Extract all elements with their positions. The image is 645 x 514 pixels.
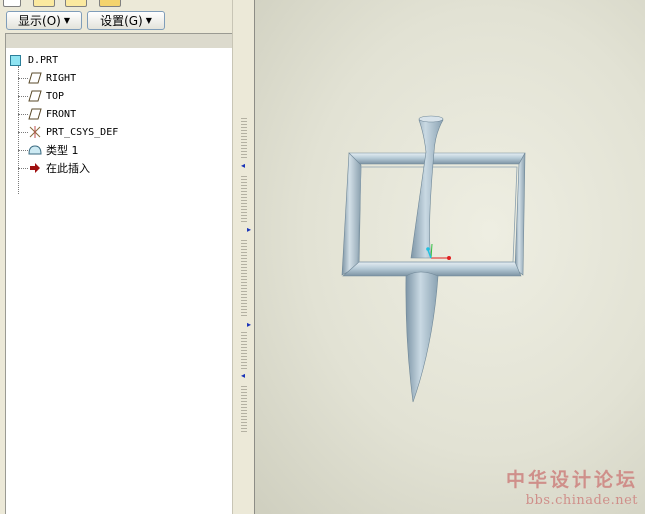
tree-item-root-part[interactable]: D.PRT xyxy=(10,52,58,68)
tree-item-label: FRONT xyxy=(46,108,77,120)
tab-folder-browser[interactable] xyxy=(33,0,55,7)
tab-favorites[interactable] xyxy=(65,0,87,7)
expand-right-arrow-icon[interactable]: ▸ xyxy=(247,226,251,234)
settings-dropdown-button[interactable]: 设置(G) ▼ xyxy=(87,11,165,30)
tree-item-feature[interactable]: 类型 1 xyxy=(28,142,79,158)
splitter-grip[interactable] xyxy=(241,332,247,370)
settings-button-label: 设置(G) xyxy=(100,14,143,28)
splitter-grip[interactable] xyxy=(241,386,247,434)
collapse-left-arrow-icon[interactable]: ◂ xyxy=(241,372,245,380)
panel-tab-strip xyxy=(0,0,238,7)
tree-item-front-plane[interactable]: FRONT xyxy=(28,106,76,122)
tree-connector-line xyxy=(18,168,28,169)
tree-item-label: 类型 1 xyxy=(46,144,79,157)
tab-model-tree[interactable] xyxy=(3,0,21,7)
collapse-left-arrow-icon[interactable]: ◂ xyxy=(241,162,245,170)
insert-here-arrow-icon xyxy=(28,162,42,174)
coordinate-system-icon xyxy=(28,126,42,138)
panel-splitter[interactable]: ◂ ▸ ▸ ◂ xyxy=(232,0,255,514)
watermark-url: bbs.chinade.net xyxy=(525,493,638,508)
dropdown-arrow-icon: ▼ xyxy=(63,16,70,25)
tree-connector-line xyxy=(18,66,19,194)
tree-item-right-plane[interactable]: RIGHT xyxy=(28,70,76,86)
tree-connector-line xyxy=(18,150,28,151)
model-tree-column-header[interactable] xyxy=(5,33,233,49)
expand-right-arrow-icon[interactable]: ▸ xyxy=(247,321,251,329)
tree-item-label: D.PRT xyxy=(28,54,59,66)
watermark-title: 中华设计论坛 xyxy=(505,469,638,491)
splitter-grip[interactable] xyxy=(241,240,247,316)
tree-connector-line xyxy=(18,132,28,133)
feature-icon xyxy=(28,144,42,156)
forum-watermark: 中华设计论坛 bbs.chinade.net xyxy=(506,465,638,508)
model-tree: D.PRT RIGHT TOP FRONT PRT_CSYS_DEF 类型 1 … xyxy=(5,48,233,514)
model-tree-toolbar: 显示(O) ▼ 设置(G) ▼ xyxy=(0,7,236,34)
model-3d-render xyxy=(341,115,526,403)
datum-plane-icon xyxy=(28,108,42,120)
tree-item-csys[interactable]: PRT_CSYS_DEF xyxy=(28,124,118,140)
tree-connector-line xyxy=(18,114,28,115)
tree-item-insert-here[interactable]: 在此插入 xyxy=(28,160,90,176)
tree-item-label: RIGHT xyxy=(46,72,77,84)
tree-connector-line xyxy=(18,78,28,79)
display-button-label: 显示(O) xyxy=(18,14,61,28)
splitter-grip[interactable] xyxy=(241,118,247,158)
tab-history[interactable] xyxy=(99,0,121,7)
tree-item-label: PRT_CSYS_DEF xyxy=(46,126,119,138)
tree-item-top-plane[interactable]: TOP xyxy=(28,88,64,104)
display-dropdown-button[interactable]: 显示(O) ▼ xyxy=(6,11,82,30)
part-icon xyxy=(10,54,21,66)
tree-item-label: 在此插入 xyxy=(46,162,90,175)
tree-item-label: TOP xyxy=(46,90,65,102)
datum-plane-icon xyxy=(28,72,42,84)
datum-plane-icon xyxy=(28,90,42,102)
graphics-viewport[interactable]: 中华设计论坛 bbs.chinade.net xyxy=(254,0,645,514)
tree-connector-line xyxy=(18,96,28,97)
dropdown-arrow-icon: ▼ xyxy=(145,16,152,25)
splitter-grip[interactable] xyxy=(241,176,247,222)
